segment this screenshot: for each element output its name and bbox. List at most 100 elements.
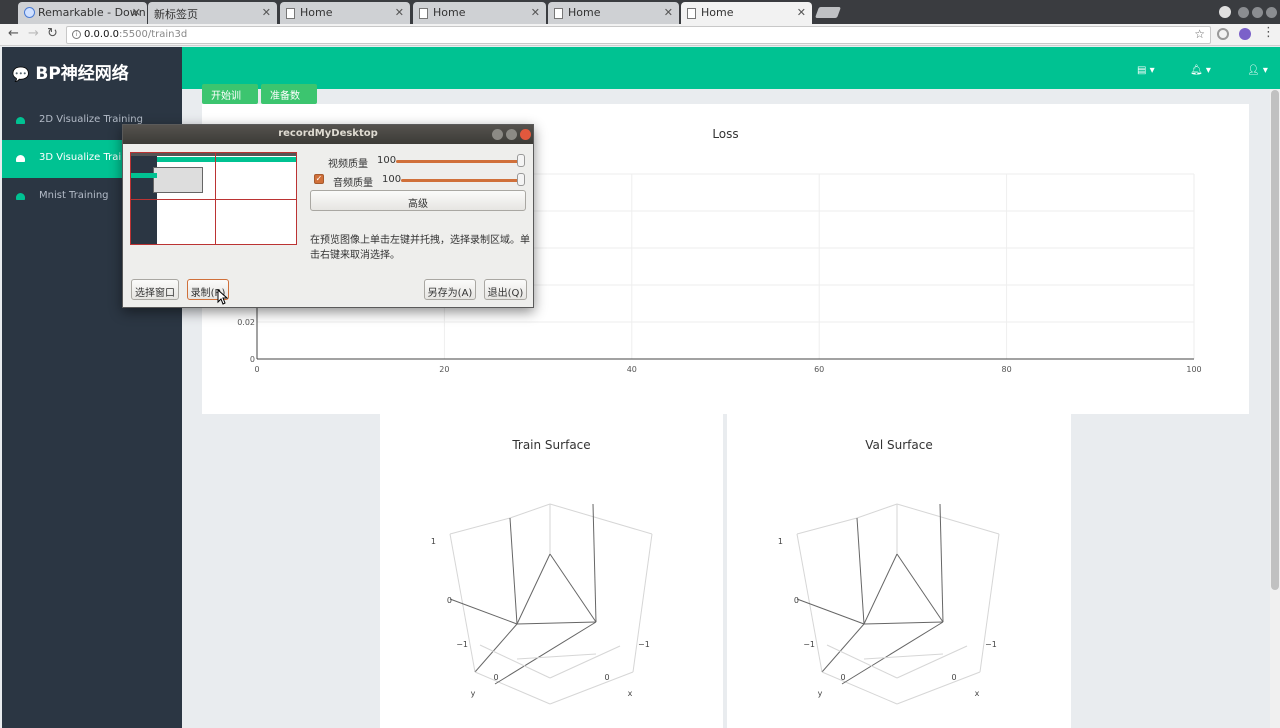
minimize-icon[interactable]	[1238, 7, 1249, 18]
browser-tab[interactable]: Home ✕	[413, 2, 546, 24]
advanced-button[interactable]: 高级	[310, 190, 526, 211]
select-window-button[interactable]: 选择窗口	[131, 279, 179, 300]
globe-icon	[24, 7, 35, 18]
wireframe-line	[549, 671, 634, 705]
axis-line	[516, 621, 597, 625]
x-axis-label: x	[628, 689, 633, 698]
info-icon[interactable]: i	[72, 30, 81, 39]
y-tick-label: 0	[250, 355, 255, 364]
extension-icon[interactable]	[1239, 28, 1251, 40]
axis-line	[549, 553, 597, 623]
wireframe-line	[856, 503, 898, 519]
browser-tab-bar: Remarkable - Down ✕ 新标签页 ✕ Home ✕ Home ✕…	[0, 0, 1280, 24]
x-tick-label: 80	[1002, 365, 1012, 374]
slider-handle[interactable]	[517, 173, 525, 186]
wireframe-line	[826, 644, 898, 679]
val-surface-plot[interactable]: 1 0 −1 −1 0 0 y x	[727, 414, 1071, 728]
wireframe-line	[896, 671, 981, 705]
close-icon[interactable]: ✕	[132, 6, 141, 19]
wireframe-line	[516, 653, 597, 660]
axis-line	[939, 503, 944, 623]
page-icon	[286, 8, 295, 19]
wireframe-line	[449, 517, 511, 535]
train-surface-panel: Train Surface 1 0 −1 −1 0 0 y x	[380, 414, 723, 728]
tasks-icon[interactable]: ▤ ▾	[1137, 65, 1155, 76]
slider-handle[interactable]	[517, 154, 525, 167]
brand: 💬 BP神经网络	[12, 59, 129, 84]
quit-button[interactable]: 退出(Q)	[484, 279, 527, 300]
x-tick-label: 20	[439, 365, 449, 374]
top-bar: ▤ ▾ 🔔︎ ▾ 👤︎ ▾	[182, 47, 1280, 89]
train-surface-plot[interactable]: 1 0 −1 −1 0 0 y x	[380, 414, 723, 728]
screen-preview[interactable]	[130, 152, 297, 245]
bell-icon[interactable]: 🔔︎ ▾	[1190, 65, 1211, 76]
close-icon[interactable]: ✕	[797, 6, 806, 19]
axis-line	[896, 553, 944, 623]
scroll-thumb[interactable]	[1271, 90, 1279, 590]
close-window-icon[interactable]	[1266, 7, 1277, 18]
x-tick-label: 40	[627, 365, 637, 374]
axis-line	[796, 598, 865, 625]
z-tick-label: 0	[447, 596, 452, 605]
wireframe-line	[896, 503, 1000, 535]
tick-label: 0	[493, 673, 498, 682]
minimize-icon[interactable]	[492, 129, 503, 140]
dialog-titlebar[interactable]: recordMyDesktop	[123, 125, 533, 144]
close-icon[interactable]	[520, 129, 531, 140]
menu-icon[interactable]: ⋮	[1262, 25, 1275, 40]
forward-icon[interactable]: →	[28, 26, 39, 41]
browser-tab[interactable]: Home ✕	[548, 2, 679, 24]
axis-line	[516, 553, 551, 625]
tab-label: Home	[300, 6, 333, 19]
page-icon	[554, 8, 563, 19]
tick-label: −1	[638, 640, 650, 649]
page-scrollbar[interactable]	[1270, 89, 1280, 728]
page-icon	[419, 8, 428, 19]
wireframe-line	[632, 533, 653, 673]
tab-label: Remarkable - Down	[38, 6, 146, 19]
axis-line	[509, 517, 518, 625]
axis-line	[821, 623, 865, 673]
save-as-button[interactable]: 另存为(A)	[424, 279, 476, 300]
tab-label: Home	[701, 6, 734, 19]
chat-icon: 💬	[12, 67, 30, 83]
profile-icon[interactable]	[1219, 6, 1231, 18]
user-icon[interactable]: 👤︎ ▾	[1247, 65, 1268, 76]
maximize-icon[interactable]	[1252, 7, 1263, 18]
close-icon[interactable]: ✕	[664, 6, 673, 19]
tick-label: −1	[985, 640, 997, 649]
val-surface-panel: Val Surface 1 0 −1 −1 0 0 y x	[727, 414, 1071, 728]
new-tab-button[interactable]	[814, 7, 842, 18]
audio-quality-slider[interactable]	[401, 179, 523, 182]
star-icon[interactable]: ☆	[1194, 27, 1205, 41]
brand-title: BP神经网络	[35, 64, 129, 84]
z-tick-label: 1	[431, 537, 436, 546]
x-tick-label: 100	[1186, 365, 1201, 374]
maximize-icon[interactable]	[506, 129, 517, 140]
z-tick-label: 1	[778, 537, 783, 546]
close-icon[interactable]: ✕	[262, 6, 271, 19]
wireframe-line	[821, 671, 898, 705]
y-tick-label: 0.02	[237, 318, 255, 327]
start-training-button[interactable]: 开始训练	[202, 84, 258, 117]
wireframe-line	[796, 533, 823, 673]
address-bar[interactable]: i 0.0.0.0:5500/train3d ☆	[66, 26, 1211, 44]
extension-icon[interactable]	[1217, 28, 1229, 40]
address-path: :5500/train3d	[119, 29, 188, 40]
browser-tab[interactable]: Home ✕	[280, 2, 410, 24]
browser-tab[interactable]: Remarkable - Down ✕	[18, 2, 147, 24]
tab-label: 新标签页	[154, 8, 198, 21]
browser-toolbar: ← → ↻ i 0.0.0.0:5500/train3d ☆ ⋮	[0, 24, 1280, 46]
y-axis-label: y	[818, 689, 823, 698]
browser-tab[interactable]: 新标签页 ✕	[148, 2, 277, 24]
reload-icon[interactable]: ↻	[47, 26, 58, 41]
audio-checkbox[interactable]: ✓	[314, 174, 324, 184]
video-quality-slider[interactable]	[396, 160, 523, 163]
close-icon[interactable]: ✕	[531, 6, 540, 19]
close-icon[interactable]: ✕	[395, 6, 404, 19]
browser-tab-active[interactable]: Home ✕	[681, 2, 812, 24]
back-icon[interactable]: ←	[8, 26, 19, 41]
tick-label: 0	[951, 673, 956, 682]
dialog-title: recordMyDesktop	[278, 128, 378, 139]
prepare-data-button[interactable]: 准备数据	[261, 84, 317, 117]
